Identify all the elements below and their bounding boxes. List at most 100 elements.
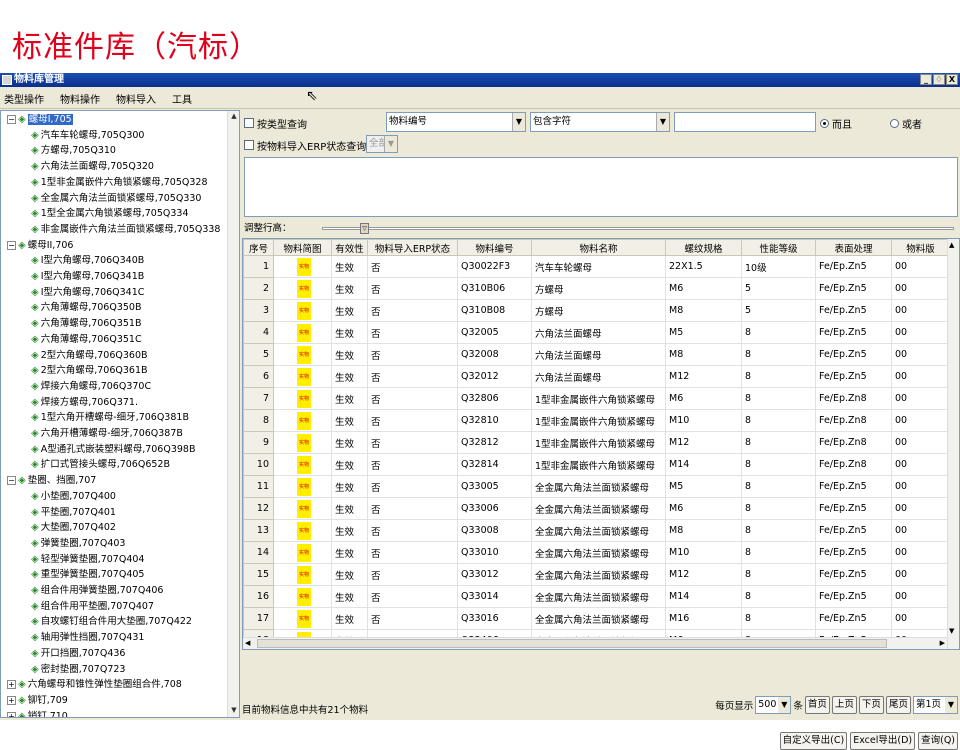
tree-category-node[interactable]: + ◈ 铆钉,709 xyxy=(7,693,68,709)
first-page-button[interactable]: 首页 xyxy=(804,696,830,714)
tree-item-node[interactable]: ◈ 1型非金属嵌件六角锁紧螺母,705Q328 xyxy=(29,175,208,191)
or-radio[interactable] xyxy=(890,118,899,128)
tree-item-node[interactable]: ◈ 密封垫圈,707Q723 xyxy=(29,662,125,678)
tree-category-node[interactable]: − ◈ 垫圈、挡圈,707 xyxy=(7,473,96,489)
table-row[interactable]: 14 实物 生效否 Q33010 全金属六角法兰面锁紧螺母 M10 8 Fe/Ep.Zn5 00 xyxy=(243,541,950,564)
scroll-up-icon[interactable]: ▲ xyxy=(949,241,954,249)
or-radio-row[interactable]: 或者 xyxy=(890,112,922,134)
material-image-cell[interactable]: 实物 xyxy=(273,277,332,300)
tree-scrollbar[interactable]: ▲ ▼ xyxy=(227,111,239,717)
material-image-cell[interactable]: 实物 xyxy=(273,563,332,586)
tree-item-node[interactable]: ◈ 重型弹簧垫圈,707Q405 xyxy=(29,567,144,583)
next-page-button[interactable]: 下页 xyxy=(858,696,884,714)
tree-item-node[interactable]: ◈ 六角薄螺母,706Q351C xyxy=(29,332,142,348)
table-row[interactable]: 4 实物 生效否 Q32005 六角法兰面螺母 M5 8 Fe/Ep.Zn5 00 xyxy=(243,321,950,344)
and-radio-row[interactable]: 而且 xyxy=(820,112,852,134)
material-image-cell[interactable]: 实物 xyxy=(273,409,332,432)
material-image-cell[interactable]: 实物 xyxy=(273,607,332,630)
tree-item-node[interactable]: ◈ 小垫圈,707Q400 xyxy=(29,489,116,505)
tree-item-node[interactable]: ◈ A型通孔式嵌装塑料螺母,706Q398B xyxy=(29,442,195,458)
scroll-down-icon[interactable]: ▼ xyxy=(949,627,954,635)
table-row[interactable]: 17 实物 生效否 Q33016 全金属六角法兰面锁紧螺母 M16 8 Fe/Ep.Zn5 00 xyxy=(243,607,950,630)
row-height-slider[interactable] xyxy=(322,227,954,230)
material-image-cell[interactable]: 实物 xyxy=(273,343,332,366)
excel-export-button[interactable]: Excel导出(D) xyxy=(850,732,916,750)
material-image-cell[interactable]: 实物 xyxy=(273,453,332,476)
scroll-left-icon[interactable]: ◀ xyxy=(245,639,250,647)
by-type-checkbox[interactable] xyxy=(244,118,254,128)
tree-item-node[interactable]: ◈ 焊接六角螺母,706Q370C xyxy=(29,379,151,395)
tree-item-node[interactable]: ◈ 2型六角螺母,706Q361B xyxy=(29,363,148,379)
collapse-icon[interactable]: − xyxy=(7,476,16,486)
last-page-button[interactable]: 尾页 xyxy=(885,696,911,714)
tree-item-node[interactable]: ◈ 六角法兰面螺母,705Q320 xyxy=(29,159,154,175)
tree-category-node[interactable]: + ◈ 六角螺母和锥性弹性垫圈组合件,708 xyxy=(7,677,182,693)
tree-item-node[interactable]: ◈ 1型全金属六角锁紧螺母,705Q334 xyxy=(29,206,189,222)
material-image-cell[interactable]: 实物 xyxy=(273,255,332,278)
prev-page-button[interactable]: 上页 xyxy=(831,696,857,714)
tree-category-node[interactable]: − ◈ 螺母I,705 xyxy=(7,112,73,128)
material-image-cell[interactable]: 实物 xyxy=(273,387,332,410)
tree-item-node[interactable]: ◈ 六角开槽薄螺母-细牙,706Q387B xyxy=(29,426,183,442)
tree-category-node[interactable]: + ◈ 销钉,710 xyxy=(7,709,68,717)
erp-status-select[interactable]: 全部 ▼ xyxy=(366,135,398,153)
chevron-down-icon[interactable]: ▼ xyxy=(778,697,791,713)
chevron-down-icon[interactable]: ▼ xyxy=(656,113,669,131)
expand-icon[interactable]: + xyxy=(7,711,16,717)
table-row[interactable]: 3 实物 生效否 Q310B08 方螺母 M8 5 Fe/Ep.Zn5 00 xyxy=(243,299,950,322)
table-row[interactable]: 2 实物 生效否 Q310B06 方螺母 M6 5 Fe/Ep.Zn5 00 xyxy=(243,277,950,300)
query-value-input[interactable] xyxy=(674,112,816,132)
tree-item-node[interactable]: ◈ 轻型弹簧垫圈,707Q404 xyxy=(29,552,144,568)
query-button[interactable]: 查询(Q) xyxy=(918,732,958,750)
material-image-cell[interactable]: 实物 xyxy=(273,519,332,542)
column-header[interactable]: 物料版 xyxy=(891,239,950,256)
tree-item-node[interactable]: ◈ 焊接方螺母,706Q371. xyxy=(29,395,138,411)
table-row[interactable]: 10 实物 生效否 Q32814 1型非金属嵌件六角锁紧螺母 M14 8 Fe/Ep.Zn8 0… xyxy=(243,453,950,476)
chevron-down-icon[interactable]: ▼ xyxy=(945,697,957,713)
tree-item-node[interactable]: ◈ 弹簧垫圈,707Q403 xyxy=(29,536,125,552)
and-radio[interactable] xyxy=(820,118,829,128)
expand-icon[interactable]: + xyxy=(7,695,16,705)
collapse-icon[interactable]: − xyxy=(7,115,16,124)
field-select[interactable]: 物料编号 ▼ xyxy=(386,112,526,132)
material-image-cell[interactable]: 实物 xyxy=(273,497,332,520)
column-header[interactable]: 物料简图 xyxy=(273,239,332,256)
column-header[interactable]: 物料编号 xyxy=(457,239,532,256)
tree-item-node[interactable]: ◈ 方螺母,705Q310 xyxy=(29,143,116,159)
scroll-right-icon[interactable]: ▶ xyxy=(940,639,945,647)
per-page-select[interactable]: 500 ▼ xyxy=(755,696,792,714)
tree-item-node[interactable]: ◈ 平垫圈,707Q401 xyxy=(29,505,116,521)
chevron-down-icon[interactable]: ▼ xyxy=(384,136,397,152)
column-header[interactable]: 物料名称 xyxy=(531,239,666,256)
tree-item-node[interactable]: ◈ 全金属六角法兰面锁紧螺母,705Q330 xyxy=(29,191,201,207)
column-header[interactable]: 表面处理 xyxy=(815,239,892,256)
menu-material-import[interactable]: 物料导入 xyxy=(116,91,156,106)
hscroll-thumb[interactable] xyxy=(257,639,887,648)
tree-item-node[interactable]: ◈ I型六角螺母,706Q341B xyxy=(29,269,144,285)
table-row[interactable]: 5 实物 生效否 Q32008 六角法兰面螺母 M8 8 Fe/Ep.Zn5 00 xyxy=(243,343,950,366)
custom-export-button[interactable]: 自定义导出(C) xyxy=(779,732,848,750)
tree-item-node[interactable]: ◈ 自攻螺钉组合件用大垫圈,707Q422 xyxy=(29,614,192,630)
chevron-down-icon[interactable]: ▼ xyxy=(512,113,525,131)
menu-material-ops[interactable]: 物料操作 xyxy=(60,91,100,106)
tree-item-node[interactable]: ◈ 轴用弹性挡圈,707Q431 xyxy=(29,630,144,646)
tree-category-node[interactable]: − ◈ 螺母II,706 xyxy=(7,238,73,254)
material-image-cell[interactable]: 实物 xyxy=(273,365,332,388)
tree-item-node[interactable]: ◈ I型六角螺母,706Q340B xyxy=(29,253,144,269)
collapse-icon[interactable]: − xyxy=(7,240,16,250)
material-image-cell[interactable]: 实物 xyxy=(273,321,332,344)
by-erp-checkbox[interactable] xyxy=(244,140,254,150)
scroll-down-icon[interactable]: ▼ xyxy=(229,706,239,716)
table-row[interactable]: 9 实物 生效否 Q32812 1型非金属嵌件六角锁紧螺母 M12 8 Fe/Ep.Zn8 00 xyxy=(243,431,950,454)
tree-item-node[interactable]: ◈ I型六角螺母,706Q341C xyxy=(29,285,144,301)
table-row[interactable]: 8 实物 生效否 Q32810 1型非金属嵌件六角锁紧螺母 M10 8 Fe/Ep.Zn8 00 xyxy=(243,409,950,432)
expand-icon[interactable]: + xyxy=(7,680,16,690)
table-hscrollbar[interactable]: ◀ ▶ xyxy=(243,637,947,649)
column-header[interactable]: 序号 xyxy=(243,239,274,256)
tree-item-node[interactable]: ◈ 开口挡圈,707Q436 xyxy=(29,646,125,662)
maximize-button[interactable]: ♢ xyxy=(933,74,945,85)
close-button[interactable]: X xyxy=(946,74,958,85)
column-header[interactable]: 性能等级 xyxy=(741,239,816,256)
minimize-button[interactable]: _ xyxy=(920,74,932,85)
column-header[interactable]: 有效性 xyxy=(331,239,368,256)
